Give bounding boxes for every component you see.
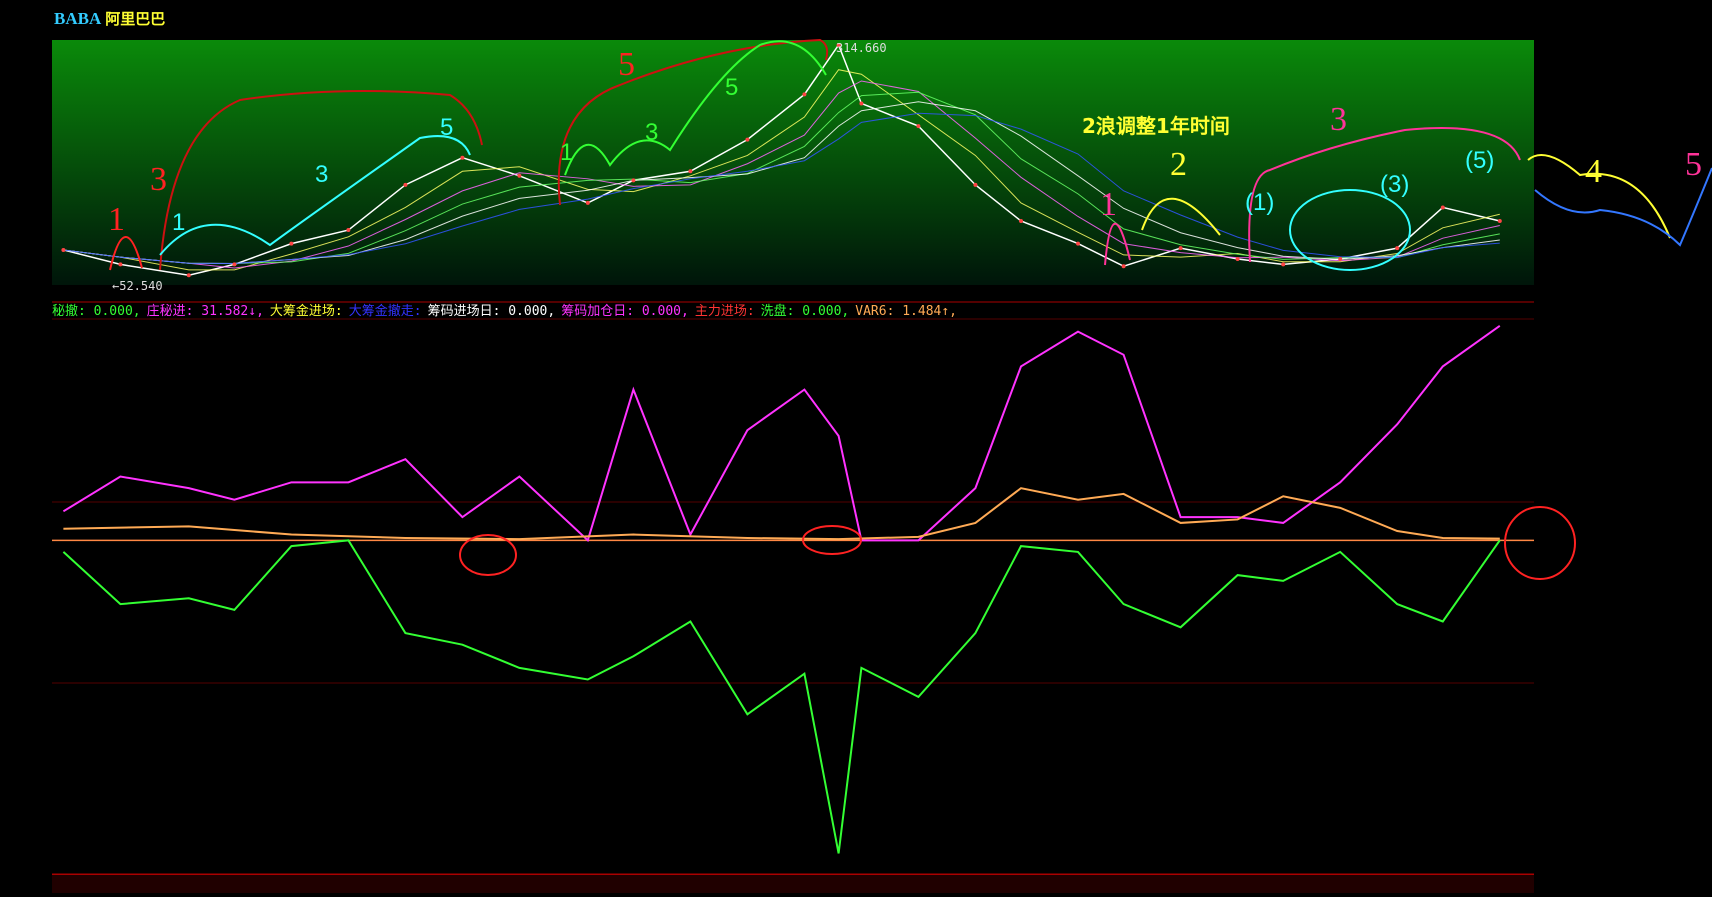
price-high-label: 314.660: [836, 41, 887, 55]
sub-wave-mark: 3: [315, 161, 328, 188]
legend-item: 大筹金进场:: [269, 304, 343, 319]
price-point: [859, 101, 864, 106]
indicator-series-line: [62, 539, 1501, 854]
legend-item: 主力进场:: [694, 304, 755, 319]
wave2-annotation: 2浪调整1年时间: [1082, 114, 1230, 138]
price-point: [118, 262, 123, 267]
wave-mark: 5: [1685, 146, 1702, 183]
price-point: [585, 200, 590, 205]
price-point: [1121, 264, 1126, 269]
price-point: [1281, 262, 1286, 267]
sub-wave-mark: (5): [1465, 147, 1494, 174]
sub-wave-mark: (1): [1245, 189, 1274, 216]
legend-item: 洗盘: 0.000,: [760, 304, 850, 319]
indicator-series-line: [63, 487, 1500, 541]
price-point: [688, 169, 693, 174]
wave-mark: 1: [108, 201, 125, 238]
price-point: [1235, 256, 1240, 261]
price-point: [346, 228, 351, 233]
sub-wave-mark: 5: [440, 114, 453, 141]
price-point: [1440, 205, 1445, 210]
legend-item: 筹码加仓日: 0.000,: [561, 304, 689, 319]
indicator-series-line: [62, 324, 1501, 543]
wave-mark: 4: [1585, 153, 1602, 190]
indicator-legend: 秘撤: 0.000, 庄秘进: 31.582↓, 大筹金进场: 大筹金撤走: 筹码进场日…: [52, 300, 963, 319]
price-point: [61, 247, 66, 252]
legend-item: 筹码进场日: 0.000,: [427, 304, 556, 319]
price-point: [1497, 219, 1502, 224]
chart-stage: 0207122016/05102017/03082018/0106112019/…: [52, 38, 1712, 889]
sub-wave-mark: 1: [560, 139, 573, 166]
legend-item: 秘撤: 0.000,: [52, 304, 141, 319]
price-point: [802, 92, 807, 97]
sub-wave-mark: 1: [172, 209, 185, 236]
sub-wave-mark: 3: [645, 119, 658, 146]
bottom-status-bar: [52, 874, 1534, 893]
wave-mark: 5: [618, 46, 635, 83]
wave-mark: 2: [1170, 146, 1187, 183]
price-point: [517, 173, 522, 178]
price-point: [1338, 256, 1343, 261]
price-low-label: ←52.540: [112, 279, 163, 293]
wave-mark: 1: [1100, 186, 1117, 223]
legend-item: 庄秘进: 31.582↓,: [146, 304, 264, 319]
legend-item: VAR6: 1.484↑,: [855, 304, 958, 319]
wave-mark: 3: [1330, 101, 1347, 138]
sub-wave-mark: 5: [725, 74, 738, 101]
price-point: [916, 124, 921, 129]
indicator-layer: [52, 324, 1534, 854]
price-point: [1076, 241, 1080, 246]
sub-wave-mark: (3): [1380, 171, 1409, 198]
price-point: [460, 155, 465, 160]
price-point: [403, 182, 408, 187]
price-point: [1019, 219, 1023, 224]
legend-item: 大筹金撤走:: [348, 304, 422, 319]
wave-mark: 3: [150, 161, 167, 198]
price-point: [186, 273, 191, 278]
price-point: [973, 182, 978, 187]
price-point: [745, 137, 750, 142]
price-point: [289, 241, 294, 246]
price-point: [631, 178, 636, 183]
price-point: [1395, 246, 1400, 251]
price-point: [232, 262, 237, 267]
price-point: [1178, 246, 1183, 251]
